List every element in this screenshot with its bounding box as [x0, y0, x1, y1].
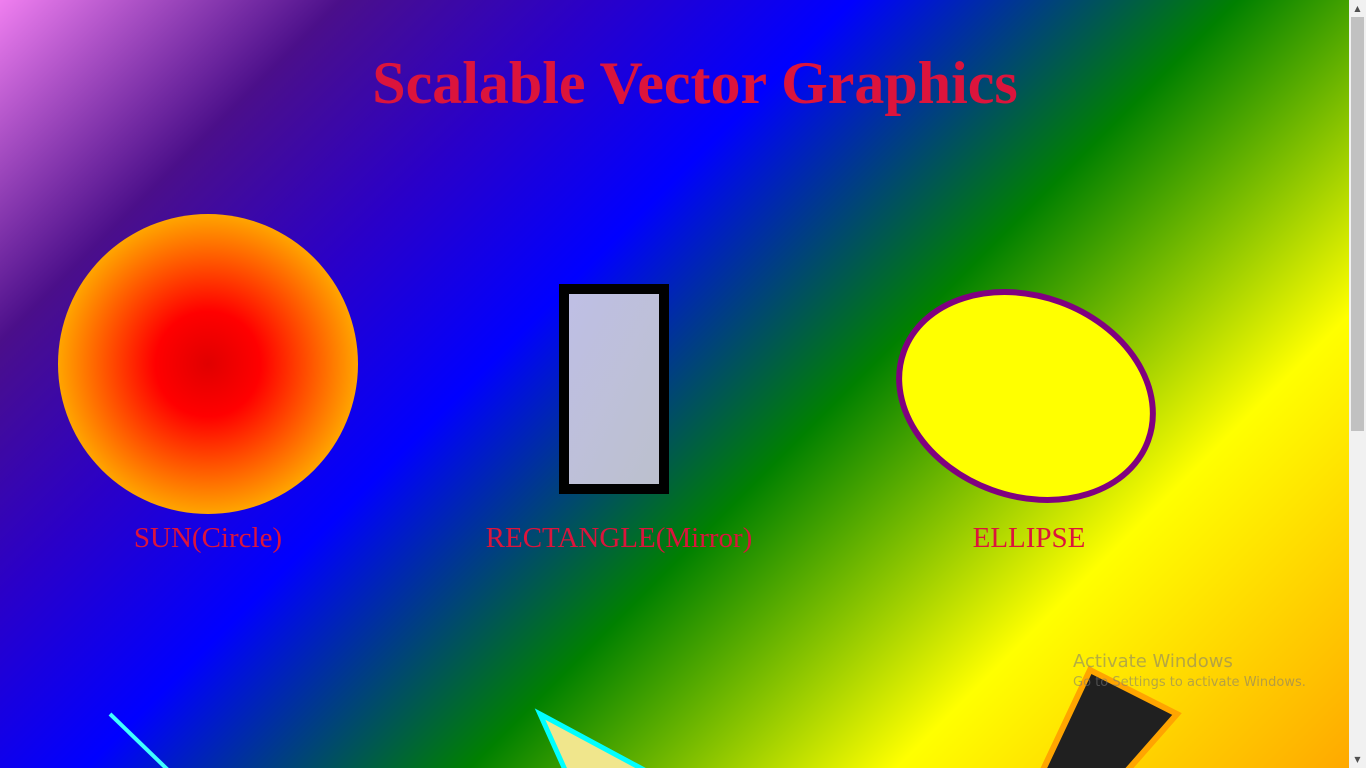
sun-caption: SUN(Circle) [133, 522, 283, 554]
page-title: Scalable Vector Graphics [372, 50, 1018, 116]
khaki-triangle [534, 708, 646, 768]
scroll-up-arrow-icon[interactable]: ▲ [1349, 0, 1366, 17]
scroll-down-arrow-icon[interactable]: ▼ [1349, 751, 1366, 768]
cyan-line [108, 712, 169, 768]
svg-demo-page: Scalable Vector Graphics SUN(Circle) REC… [0, 0, 1349, 768]
activation-watermark: Activate Windows Go to Settings to activ… [1073, 651, 1306, 693]
watermark-title: Activate Windows [1073, 651, 1233, 672]
ellipse-caption: ELLIPSE [972, 522, 1086, 554]
yellow-ellipse [896, 289, 1156, 503]
mirror-rectangle [559, 284, 669, 494]
watermark-subtitle: Go to Settings to activate Windows. [1073, 675, 1306, 690]
rectangle-caption: RECTANGLE(Mirror) [485, 522, 753, 554]
vertical-scrollbar[interactable]: ▲ ▼ [1349, 0, 1366, 768]
sun-circle [58, 214, 358, 514]
scrollbar-thumb[interactable] [1351, 17, 1364, 431]
